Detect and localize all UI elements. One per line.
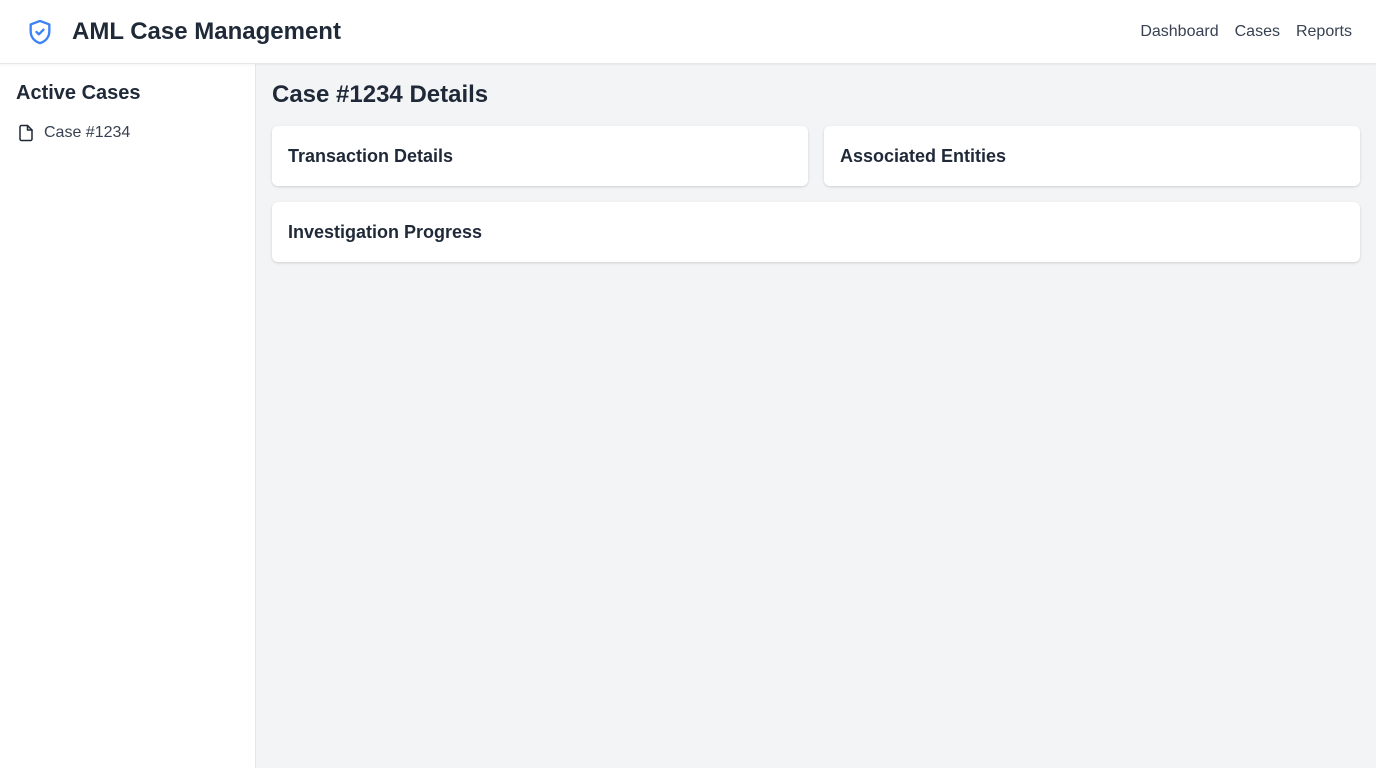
nav-link-dashboard[interactable]: Dashboard — [1140, 23, 1218, 41]
card-title: Investigation Progress — [288, 221, 483, 242]
nav-link-cases[interactable]: Cases — [1235, 23, 1280, 41]
brand[interactable]: AML Case Management — [24, 16, 341, 48]
top-header: AML Case Management Dashboard Cases Repo… — [0, 0, 1376, 64]
app-root: AML Case Management Dashboard Cases Repo… — [0, 0, 1376, 768]
shield-check-icon — [24, 16, 56, 48]
body-layout: Active Cases Case #1234 Case #1234 Detai… — [0, 64, 1376, 768]
card-title: Associated Entities — [840, 145, 1007, 166]
sidebar-item-label: Case #1234 — [44, 124, 131, 141]
page-title: Case #1234 Details — [272, 81, 489, 108]
sidebar-title: Active Cases — [16, 82, 141, 104]
investigation-progress-card: Investigation Progress — [272, 202, 1360, 262]
main-content: Case #1234 Details Transaction Details A… — [256, 64, 1376, 768]
associated-entities-card: Associated Entities — [824, 126, 1360, 186]
cards-grid: Transaction Details Associated Entities … — [272, 126, 1360, 262]
sidebar: Active Cases Case #1234 — [0, 64, 256, 768]
nav-link-reports[interactable]: Reports — [1296, 23, 1352, 41]
transaction-details-card: Transaction Details — [272, 126, 808, 186]
top-nav: Dashboard Cases Reports — [1140, 23, 1352, 41]
file-icon — [16, 123, 36, 143]
app-title: AML Case Management — [72, 17, 341, 45]
card-title: Transaction Details — [288, 145, 454, 166]
sidebar-item-case-1234[interactable]: Case #1234 — [16, 119, 239, 147]
